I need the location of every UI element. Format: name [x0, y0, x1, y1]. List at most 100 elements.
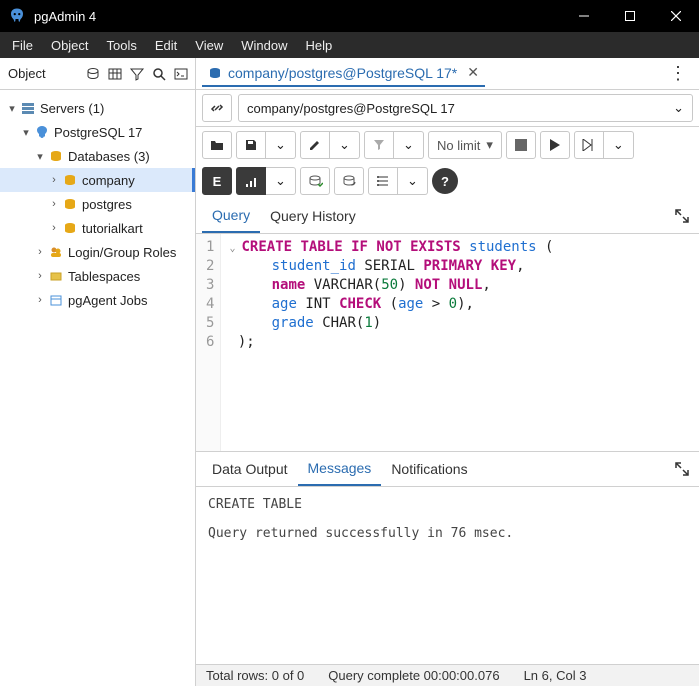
- toolbar-row-2: E ⌄ ⌄ ?: [196, 163, 699, 199]
- database-icon: [62, 172, 78, 188]
- close-button[interactable]: [653, 0, 699, 32]
- editor-panel: company/postgres@PostgreSQL 17* ✕ ⋮ comp…: [196, 58, 699, 686]
- tree-label: postgres: [82, 197, 132, 212]
- view-data-icon[interactable]: [107, 66, 123, 82]
- menubar: File Object Tools Edit View Window Help: [0, 32, 699, 58]
- app-logo-icon: [8, 7, 26, 25]
- macros-button[interactable]: [368, 167, 398, 195]
- expand-editor-icon[interactable]: [671, 205, 693, 227]
- tree-label: Servers (1): [40, 101, 104, 116]
- help-button[interactable]: ?: [432, 168, 458, 194]
- explain-options-dropdown[interactable]: ⌄: [266, 167, 296, 195]
- query-tool-icon[interactable]: [85, 66, 101, 82]
- tree-db-postgres[interactable]: ›postgres: [0, 192, 195, 216]
- edit-dropdown[interactable]: ⌄: [330, 131, 360, 159]
- menu-window[interactable]: Window: [233, 34, 295, 57]
- filter-icon[interactable]: [129, 66, 145, 82]
- tree-label: company: [82, 173, 135, 188]
- query-tabs: Query Query History: [196, 199, 699, 234]
- line-gutter: 1 2 3 4 5 6: [196, 234, 221, 451]
- elephant-icon: [34, 124, 50, 140]
- chevron-down-icon: ⌄: [673, 100, 684, 116]
- servers-icon: [20, 100, 36, 116]
- tree-postgresql[interactable]: ▾PostgreSQL 17: [0, 120, 195, 144]
- editor-tab[interactable]: company/postgres@PostgreSQL 17* ✕: [202, 60, 485, 87]
- menu-view[interactable]: View: [187, 34, 231, 57]
- open-file-button[interactable]: [202, 131, 232, 159]
- sidebar: Object ▾Servers (1) ▾PostgreSQL 17 ▾Data…: [0, 58, 196, 686]
- menu-tools[interactable]: Tools: [99, 34, 145, 57]
- toolbar-row-1: ⌄ ⌄ ⌄ No limit ▾ ⌄: [196, 127, 699, 163]
- message-line: CREATE TABLE: [208, 497, 687, 512]
- filter-button[interactable]: [364, 131, 394, 159]
- explain-dropdown[interactable]: ⌄: [604, 131, 634, 159]
- explain-options-button[interactable]: [236, 167, 266, 195]
- status-complete: Query complete 00:00:00.076: [328, 668, 499, 683]
- tree-db-tutorialkart[interactable]: ›tutorialkart: [0, 216, 195, 240]
- chevron-down-icon: ▾: [486, 137, 493, 153]
- tree-pgagent[interactable]: ›pgAgent Jobs: [0, 288, 195, 312]
- tree-label: Tablespaces: [68, 269, 140, 284]
- macros-dropdown[interactable]: ⌄: [398, 167, 428, 195]
- titlebar: pgAdmin 4: [0, 0, 699, 32]
- menu-edit[interactable]: Edit: [147, 34, 185, 57]
- explain-analyze-button[interactable]: E: [202, 167, 232, 195]
- edit-button[interactable]: [300, 131, 330, 159]
- tree-servers[interactable]: ▾Servers (1): [0, 96, 195, 120]
- tree-label: Login/Group Roles: [68, 245, 176, 260]
- status-rows: Total rows: 0 of 0: [206, 668, 304, 683]
- query-tab[interactable]: Query: [202, 199, 260, 233]
- tab-kebab-icon[interactable]: ⋮: [663, 63, 693, 84]
- connection-label: company/postgres@PostgreSQL 17: [247, 101, 455, 116]
- tree-label: tutorialkart: [82, 221, 143, 236]
- limit-select[interactable]: No limit ▾: [428, 131, 502, 159]
- connection-status-button[interactable]: [202, 94, 232, 122]
- tree-databases[interactable]: ▾Databases (3): [0, 144, 195, 168]
- status-bar: Total rows: 0 of 0 Query complete 00:00:…: [196, 664, 699, 686]
- rollback-button[interactable]: [334, 167, 364, 195]
- sql-editor[interactable]: 1 2 3 4 5 6 ⌄ CREATE TABLE IF NOT EXISTS…: [196, 234, 699, 452]
- message-line: Query returned successfully in 76 msec.: [208, 526, 687, 541]
- notifications-tab[interactable]: Notifications: [381, 453, 477, 485]
- execute-button[interactable]: [540, 131, 570, 159]
- explain-button[interactable]: [574, 131, 604, 159]
- query-history-tab[interactable]: Query History: [260, 200, 366, 232]
- tree-tablespaces[interactable]: ›Tablespaces: [0, 264, 195, 288]
- tree-label: pgAgent Jobs: [68, 293, 148, 308]
- save-button[interactable]: [236, 131, 266, 159]
- tree-login-roles[interactable]: ›Login/Group Roles: [0, 240, 195, 264]
- output-tabs: Data Output Messages Notifications: [196, 452, 699, 487]
- filter-dropdown[interactable]: ⌄: [394, 131, 424, 159]
- sidebar-tabs: Object: [0, 58, 195, 90]
- data-output-tab[interactable]: Data Output: [202, 453, 298, 485]
- expand-output-icon[interactable]: [671, 458, 693, 480]
- save-dropdown[interactable]: ⌄: [266, 131, 296, 159]
- close-tab-icon[interactable]: ✕: [467, 64, 479, 81]
- window-title: pgAdmin 4: [34, 9, 561, 24]
- tablespaces-icon: [48, 268, 64, 284]
- messages-tab[interactable]: Messages: [298, 452, 382, 486]
- connection-bar: company/postgres@PostgreSQL 17 ⌄: [196, 90, 699, 127]
- maximize-button[interactable]: [607, 0, 653, 32]
- database-icon: [62, 220, 78, 236]
- menu-object[interactable]: Object: [43, 34, 97, 57]
- connection-select[interactable]: company/postgres@PostgreSQL 17 ⌄: [238, 94, 693, 122]
- menu-help[interactable]: Help: [298, 34, 341, 57]
- minimize-button[interactable]: [561, 0, 607, 32]
- stop-button[interactable]: [506, 131, 536, 159]
- main-area: Object ▾Servers (1) ▾PostgreSQL 17 ▾Data…: [0, 58, 699, 686]
- menu-file[interactable]: File: [4, 34, 41, 57]
- database-group-icon: [48, 148, 64, 164]
- psql-icon[interactable]: [173, 66, 189, 82]
- database-icon: [208, 66, 222, 80]
- limit-label: No limit: [437, 138, 480, 153]
- database-icon: [62, 196, 78, 212]
- roles-icon: [48, 244, 64, 260]
- object-explorer-tab[interactable]: Object: [0, 60, 54, 87]
- messages-output: CREATE TABLE Query returned successfully…: [196, 487, 699, 664]
- tree-label: PostgreSQL 17: [54, 125, 142, 140]
- code-content: ⌄ CREATE TABLE IF NOT EXISTS students ( …: [221, 234, 561, 451]
- commit-button[interactable]: [300, 167, 330, 195]
- tree-db-company[interactable]: ›company: [0, 168, 195, 192]
- search-icon[interactable]: [151, 66, 167, 82]
